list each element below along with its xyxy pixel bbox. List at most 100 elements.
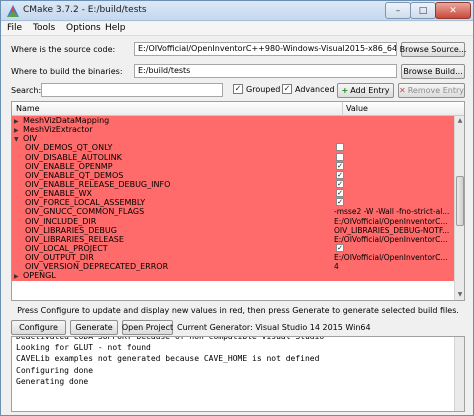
scroll-down-icon[interactable]: ▼ [456,291,464,298]
add-entry-button[interactable]: + Add Entry [337,83,394,98]
remove-icon: ✕ [399,86,406,95]
table-row[interactable]: OIV_ENABLE_WX ✓ [12,189,454,199]
output-line: CAVELib examples not generated because C… [16,354,320,364]
expand-icon[interactable]: ▶ [14,126,23,134]
table-row[interactable]: OIV_DEMOS_QT_ONLY [12,143,454,153]
remove-entry-button[interactable]: ✕ Remove Entry [398,83,465,98]
current-generator: Current Generator: Visual Studio 14 2015… [177,323,371,332]
row-name: OIV_ENABLE_QT_DEMOS [12,171,332,180]
column-header-name[interactable]: Name [16,104,40,113]
build-label: Where to build the binaries: [11,67,123,76]
row-name: ▶ MeshVizDataMapping [12,116,332,125]
table-row[interactable]: OIV_OUTPUT_DIR E:/OIVofficial/OpenInvento… [12,253,454,263]
title-bar[interactable]: CMake 3.7.2 - E:/build/tests – □ ✕ [1,1,473,21]
row-value-checkbox[interactable] [336,152,344,161]
collapse-icon[interactable]: ▼ [14,135,23,143]
table-row[interactable]: ▶ OPENGL [12,271,454,281]
row-value-checkbox[interactable]: ✓ [336,170,344,179]
table-row[interactable]: OIV_FORCE_LOCAL_ASSEMBLY ✓ [12,198,454,208]
table-row[interactable]: OIV_LIBRARIES_DEBUG OIV_LIBRARIES_DEBUG-N… [12,225,454,235]
row-value-checkbox[interactable]: ✓ [336,161,344,170]
table-scrollbar[interactable]: ▲ ▼ [454,116,464,300]
expand-icon[interactable]: ▶ [14,117,23,125]
table-row[interactable]: ▶ MeshVizExtractor [12,125,454,135]
row-name: OIV_VERSION_DEPRECATED_ERROR [12,262,332,271]
maximize-button[interactable]: □ [410,2,436,19]
menu-help[interactable]: Help [105,23,126,33]
output-scrollbar[interactable] [454,337,464,411]
row-value-checkbox[interactable]: ✓ [336,243,344,252]
row-name: OIV_DEMOS_QT_ONLY [12,143,332,152]
build-path-input[interactable]: E:/build/tests [134,64,397,78]
row-value[interactable]: E:/OIVofficial/OpenInventorC... [334,235,452,244]
open-project-button[interactable]: Open Project [122,320,173,335]
row-value[interactable]: E:/OIVofficial/OpenInventorC... [334,217,452,226]
browse-build-button[interactable]: Browse Build... [401,64,465,79]
remove-entry-label: Remove Entry [407,86,464,95]
row-value-checkbox[interactable]: ✓ [336,189,344,198]
output-line: Generating done [16,376,89,386]
row-value[interactable]: 4 [334,262,452,271]
row-value[interactable]: E:/OIVofficial/OpenInventorC... [334,253,452,262]
table-row[interactable]: OIV_ENABLE_QT_DEMOS ✓ [12,170,454,180]
column-separator[interactable] [342,102,343,116]
menu-options[interactable]: Options [66,23,101,33]
table-row[interactable]: OIV_ENABLE_OPENMP ✓ [12,161,454,171]
row-value[interactable]: OIV_LIBRARIES_DEBUG-NOTF... [334,226,452,235]
table-row[interactable]: OIV_ENABLE_RELEASE_DEBUG_INFO ✓ [12,179,454,190]
table-row[interactable]: OIV_INCLUDE_DIR E:/OIVofficial/OpenInvent… [12,216,454,226]
table-row[interactable]: ▶ MeshVizDataMapping [12,116,454,126]
table-row[interactable]: OIV_VERSION_DEPRECATED_ERROR 4 [12,262,454,272]
row-name-text: MeshVizDataMapping [23,116,110,125]
row-value-checkbox[interactable]: ✓ [336,179,344,188]
row-name: ▼ OIV [12,134,332,143]
row-name-text: OIV_INCLUDE_DIR [25,216,97,226]
close-icon: ✕ [449,5,457,16]
grouped-checkbox[interactable]: ✓ Grouped [233,84,280,94]
row-value[interactable]: -msse2 -W -Wall -fno-strict-al... [334,207,452,216]
expand-icon[interactable]: ▶ [14,272,23,280]
row-value-checkbox[interactable] [336,143,344,152]
search-label: Search: [11,86,42,95]
source-label: Where is the source code: [11,45,116,54]
table-row[interactable]: ▼ OIV [12,134,454,144]
advanced-checkbox[interactable]: ✓ Advanced [282,84,335,94]
row-name-text: MeshVizExtractor [23,125,93,135]
maximize-icon: □ [418,5,428,16]
search-input[interactable] [41,83,223,97]
info-message: Press Configure to update and display ne… [17,306,459,315]
row-name-text: OIV_FORCE_LOCAL_ASSEMBLY [25,198,146,208]
row-name-text: OIV_LIBRARIES_DEBUG [25,225,117,235]
row-name-text: OIV_ENABLE_OPENMP [25,161,113,171]
row-value-checkbox[interactable]: ✓ [336,198,344,207]
scroll-up-icon[interactable]: ▲ [456,117,464,124]
source-path-input[interactable]: E:/OIVofficial/OpenInventorC++980-Window… [134,42,397,56]
table-rows: ▶ MeshVizDataMapping ▶ MeshVizExtractor ▼ OIV… [12,116,454,281]
row-name-text: OIV_LIBRARIES_RELEASE [25,234,124,244]
table-row[interactable]: OIV_DISABLE_AUTOLINK [12,152,454,162]
cmake-window: CMake 3.7.2 - E:/build/tests – □ ✕ File … [0,0,474,416]
table-row[interactable]: OIV_GNUCC_COMMON_FLAGS -msse2 -W -Wall -f… [12,207,454,217]
row-name: OIV_FORCE_LOCAL_ASSEMBLY [12,198,332,207]
generate-button[interactable]: Generate [70,320,118,335]
browse-source-button[interactable]: Browse Source... [400,42,466,57]
row-name: ▶ OPENGL [12,271,332,280]
output-lines: Deactivated CUDA SUPPORT because of non … [16,337,324,387]
configure-button[interactable]: Configure [11,320,66,335]
close-button[interactable]: ✕ [435,2,471,19]
table-row[interactable]: OIV_LIBRARIES_RELEASE E:/OIVofficial/Open… [12,234,454,244]
row-name-text: OIV_VERSION_DEPRECATED_ERROR [25,262,169,272]
advanced-label: Advanced [295,84,335,94]
table-row[interactable]: OIV_LOCAL_PROJECT ✓ [12,243,454,254]
menu-tools[interactable]: Tools [33,23,55,33]
output-log[interactable]: Deactivated CUDA SUPPORT because of non … [11,336,465,412]
minimize-icon: – [395,5,401,16]
row-name-text: OIV_OUTPUT_DIR [25,253,94,263]
minimize-button[interactable]: – [385,2,411,19]
table-scroll-thumb[interactable] [456,176,464,226]
row-name-text: OIV_ENABLE_QT_DEMOS [25,170,124,180]
column-header-value[interactable]: Value [346,104,368,113]
output-line: Looking for GLUT - not found [16,343,151,353]
cache-table[interactable]: Name Value ▶ MeshVizDataMapping ▶ MeshVizEx… [11,101,465,301]
menu-file[interactable]: File [7,23,22,33]
